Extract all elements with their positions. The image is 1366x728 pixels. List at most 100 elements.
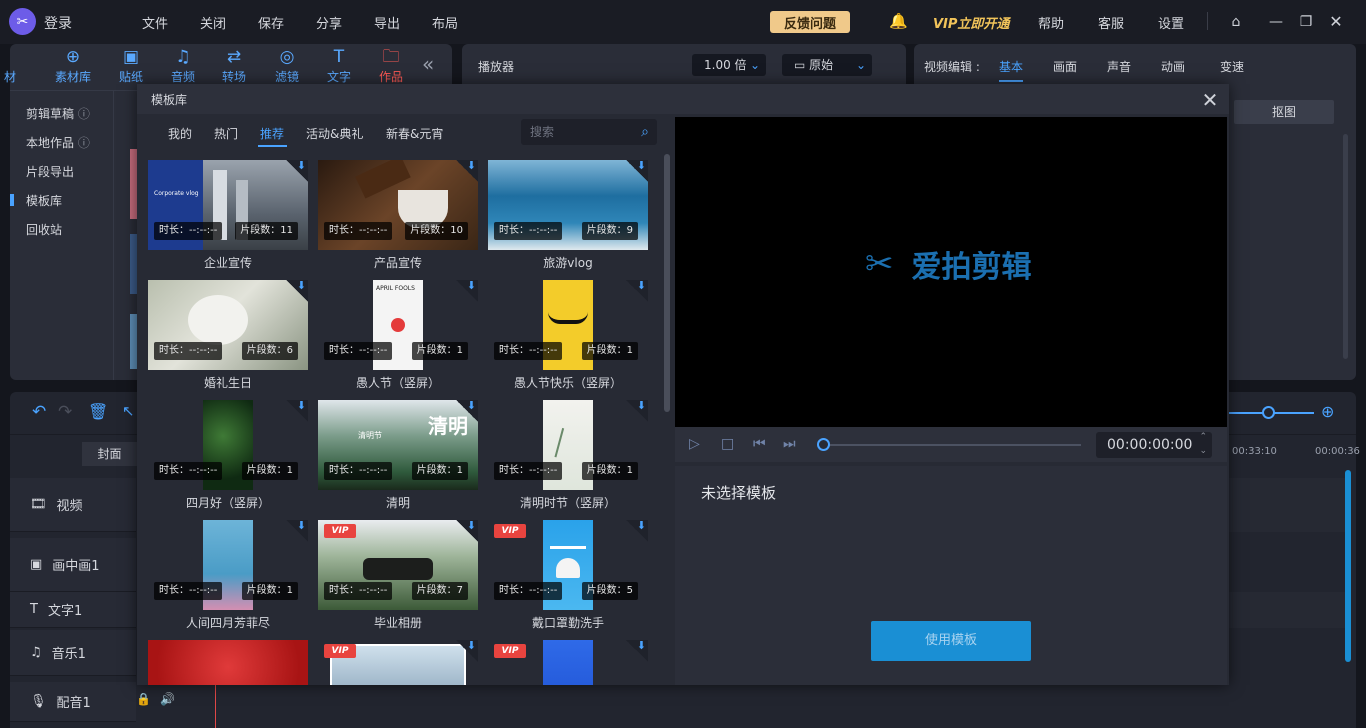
sidenav-drafts[interactable]: 剪辑草稿 ⓘ <box>26 105 90 122</box>
speed-select[interactable]: 1.00 倍 ⌄ <box>692 54 766 76</box>
home-icon[interactable]: ⌂ <box>1226 12 1246 32</box>
vip-open-button[interactable]: VIP立即开通 <box>933 13 1009 32</box>
stepper-icon[interactable]: ⌃ ⌄ <box>1199 430 1207 458</box>
template-card[interactable]: VIP 时长：--:--:-- 片段数：5 ⬇ 戴口罩勤洗手 <box>488 519 648 630</box>
download-icon[interactable]: ⬇ <box>456 399 478 422</box>
tab-recommended[interactable]: 推荐 <box>260 125 284 142</box>
help-icon[interactable]: ⓘ <box>78 107 90 121</box>
help-link[interactable]: 帮助 <box>1038 13 1064 32</box>
tab-new-year[interactable]: 新春&元宵 <box>386 125 443 142</box>
toolbar-works[interactable]: 🗀 作品 <box>366 47 416 85</box>
feedback-button[interactable]: 反馈问题 <box>770 11 850 33</box>
download-icon[interactable]: ⬇ <box>626 639 648 662</box>
track-voice[interactable]: 🎙 配音1 <box>10 682 136 722</box>
template-card[interactable]: 时长：--:--:-- 片段数：1 ⬇ 清明时节（竖屏） <box>488 399 648 510</box>
close-window-icon[interactable]: ✕ <box>1326 12 1346 32</box>
tab-events[interactable]: 活动&典礼 <box>306 125 363 142</box>
sidenav-recycle-bin[interactable]: 回收站 <box>26 221 62 238</box>
cover-button[interactable]: 封面 <box>82 442 137 466</box>
template-card[interactable]: 时长：--:--:-- 片段数：9 ⬇ 旅游vlog <box>488 159 648 270</box>
template-card[interactable]: 时长：--:--:-- 片段数：1 ⬇ 愚人节快乐（竖屏） <box>488 279 648 390</box>
toolbar-sticker[interactable]: ▣ 贴纸 <box>106 47 156 85</box>
track-text[interactable]: T 文字1 <box>10 592 136 628</box>
login-link[interactable]: 登录 <box>44 13 72 33</box>
template-card[interactable]: VIP ⬇ <box>488 639 648 685</box>
template-card[interactable]: 时长：--:--:-- 片段数：1 ⬇ 人间四月芳菲尽 <box>148 519 308 630</box>
zoom-slider-knob[interactable] <box>1262 406 1275 419</box>
tab-speed[interactable]: 变速 <box>1220 58 1244 75</box>
download-icon[interactable]: ⬇ <box>456 279 478 302</box>
playhead[interactable] <box>215 682 216 728</box>
tab-hot[interactable]: 热门 <box>214 125 238 142</box>
track-pip[interactable]: ▣ 画中画1 <box>10 538 136 592</box>
pointer-icon[interactable]: ↖ <box>122 402 135 420</box>
download-icon[interactable]: ⬇ <box>456 519 478 542</box>
toolbar-library[interactable]: ⊕ 素材库 <box>48 47 98 85</box>
delete-icon[interactable]: 🗑 <box>88 402 108 421</box>
help-icon[interactable]: ⓘ <box>78 136 90 150</box>
tab-animation[interactable]: 动画 <box>1161 58 1185 75</box>
zoom-in-icon[interactable]: ⊕ <box>1321 402 1334 421</box>
track-music[interactable]: ♫ 音乐1 <box>10 630 136 676</box>
download-icon[interactable]: ⬇ <box>286 159 308 182</box>
grid-scrollbar[interactable] <box>664 154 670 412</box>
prev-frame-icon[interactable]: ⏮ <box>753 436 766 452</box>
download-icon[interactable]: ⬇ <box>286 519 308 542</box>
track-video[interactable]: 🎞 视频 <box>10 478 136 532</box>
download-icon[interactable]: ⬇ <box>456 639 478 662</box>
collapse-chevron-icon[interactable]: « <box>422 52 434 76</box>
stop-icon[interactable]: □ <box>721 436 734 452</box>
toolbar-audio[interactable]: ♫ 音频 <box>158 47 208 85</box>
tab-picture[interactable]: 画面 <box>1053 58 1077 75</box>
search-icon[interactable]: ⌕ <box>641 119 649 145</box>
template-card[interactable] <box>148 640 308 685</box>
preview-progress-track[interactable] <box>823 444 1081 446</box>
panel-scrollbar[interactable] <box>1343 134 1348 359</box>
template-card[interactable]: 清明节 清明 时长：--:--:-- 片段数：1 ⬇ 清明 <box>318 399 478 510</box>
timeline-scrollbar[interactable] <box>1345 470 1351 662</box>
close-icon[interactable]: ✕ <box>1199 88 1221 112</box>
sidenav-segment-export[interactable]: 片段导出 <box>26 163 74 180</box>
volume-icon[interactable]: 🔊 <box>160 692 175 706</box>
download-icon[interactable]: ⬇ <box>626 159 648 182</box>
menu-export[interactable]: 导出 <box>374 13 400 32</box>
maximize-icon[interactable]: ❐ <box>1296 12 1316 32</box>
search-input[interactable]: 搜索 ⌕ <box>521 119 657 145</box>
preview-progress-knob[interactable] <box>817 438 830 451</box>
service-link[interactable]: 客服 <box>1098 13 1124 32</box>
template-card[interactable]: 时长：--:--:-- 片段数：10 ⬇ 产品宣传 <box>318 159 478 270</box>
toolbar-transition[interactable]: ⇄ 转场 <box>209 47 259 85</box>
tab-basic[interactable]: 基本 <box>999 58 1023 75</box>
undo-icon[interactable]: ↶ <box>32 402 46 422</box>
sidenav-template-library[interactable]: 模板库 <box>26 192 62 209</box>
use-template-button[interactable]: 使用模板 <box>871 621 1031 661</box>
template-card[interactable]: 时长：--:--:-- 片段数：6 ⬇ 婚礼生日 <box>148 279 308 390</box>
template-card[interactable]: VIP 时长：--:--:-- 片段数：7 ⬇ 毕业相册 <box>318 519 478 630</box>
sidenav-local-works[interactable]: 本地作品 ⓘ <box>26 134 90 151</box>
template-card[interactable]: APRIL FOOLS 时长：--:--:-- 片段数：1 ⬇ 愚人节（竖屏） <box>318 279 478 390</box>
tab-mine[interactable]: 我的 <box>168 125 192 142</box>
download-icon[interactable]: ⬇ <box>286 399 308 422</box>
toolbar-partial-item[interactable]: 材 <box>0 47 22 85</box>
download-icon[interactable]: ⬇ <box>626 399 648 422</box>
menu-share[interactable]: 分享 <box>316 13 342 32</box>
download-icon[interactable]: ⬇ <box>626 279 648 302</box>
lock-icon[interactable]: 🔒 <box>136 692 151 706</box>
template-card[interactable]: VIP ⬇ <box>318 639 478 685</box>
redo-icon[interactable]: ↷ <box>58 402 72 422</box>
menu-file[interactable]: 文件 <box>142 13 168 32</box>
toolbar-text[interactable]: T 文字 <box>314 47 364 85</box>
template-card[interactable]: Corporate vlog 时长：--:--:-- 片段数：11 ⬇ 企业宣传 <box>148 159 308 270</box>
tab-sound[interactable]: 声音 <box>1107 58 1131 75</box>
notification-bell-icon[interactable]: 🔔 <box>889 12 908 30</box>
download-icon[interactable]: ⬇ <box>456 159 478 182</box>
settings-link[interactable]: 设置 <box>1158 13 1184 32</box>
matting-button[interactable]: 抠图 <box>1234 100 1334 124</box>
play-icon[interactable]: ▷ <box>689 436 700 452</box>
minimize-icon[interactable]: — <box>1266 12 1286 32</box>
toolbar-filter[interactable]: ◎ 滤镜 <box>262 47 312 85</box>
download-icon[interactable]: ⬇ <box>286 279 308 302</box>
menu-close[interactable]: 关闭 <box>200 13 226 32</box>
ratio-select[interactable]: ▭ 原始 ⌄ <box>782 54 872 76</box>
template-card[interactable]: 时长：--:--:-- 片段数：1 ⬇ 四月好（竖屏） <box>148 399 308 510</box>
